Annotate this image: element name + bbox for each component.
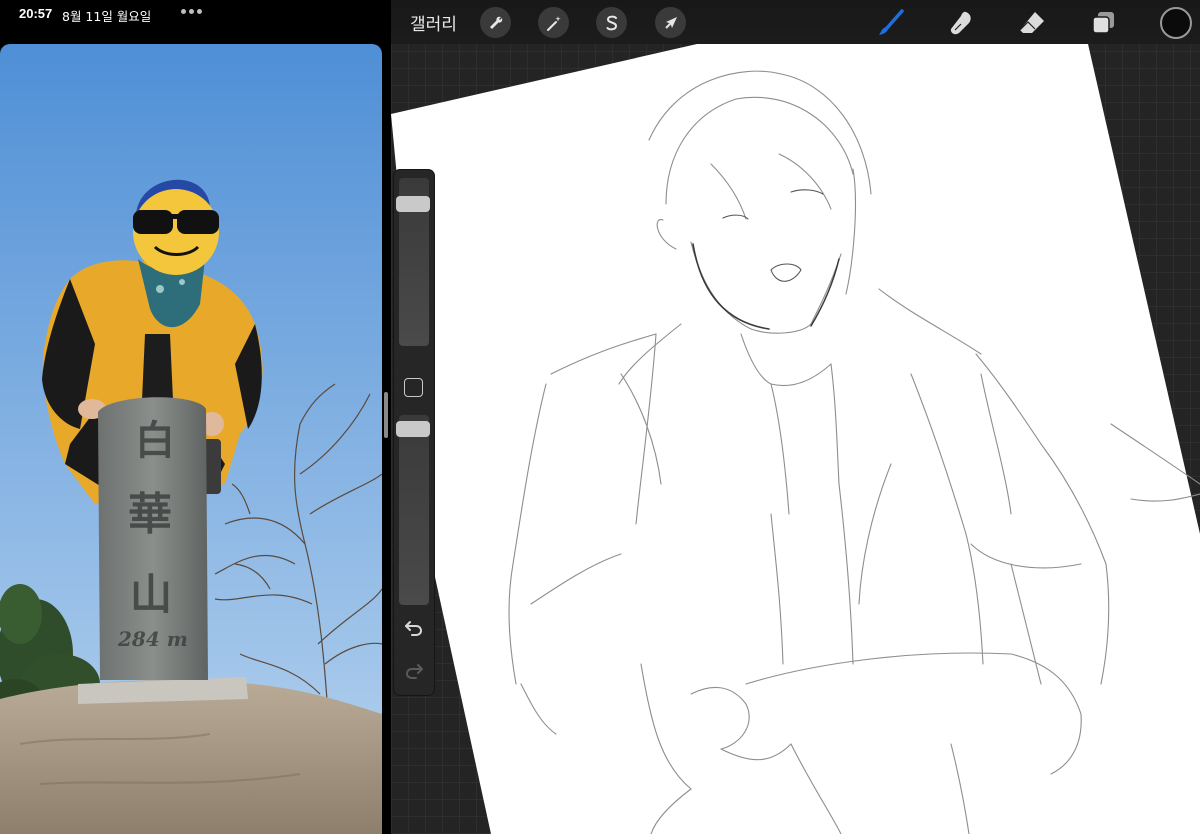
- brush-sidebar: [394, 170, 434, 695]
- smudge-finger-icon: [950, 11, 971, 35]
- modify-button[interactable]: [404, 378, 423, 397]
- gallery-button[interactable]: 갤러리: [410, 10, 457, 35]
- adjustments-button[interactable]: [538, 7, 569, 38]
- marker-char-2: 華: [128, 489, 172, 540]
- brush-button[interactable]: [874, 6, 908, 40]
- arrow-cursor-icon: [664, 16, 677, 29]
- redo-button[interactable]: [402, 660, 426, 682]
- layers-button[interactable]: [1087, 6, 1121, 40]
- selection-button[interactable]: [596, 7, 627, 38]
- color-picker-button[interactable]: [1160, 7, 1192, 39]
- actions-button[interactable]: [480, 7, 511, 38]
- canvas-paper: [391, 44, 1200, 834]
- selection-s-icon: [606, 15, 617, 30]
- split-view-divider-handle[interactable]: [384, 392, 388, 438]
- reference-photo: 白 華 山 284 m: [0, 44, 382, 834]
- drawing-canvas[interactable]: [391, 44, 1200, 834]
- layers-icon: [1092, 12, 1114, 34]
- wrench-icon: [489, 16, 502, 29]
- smudge-button[interactable]: [944, 6, 978, 40]
- eraser-icon: [1019, 12, 1044, 33]
- magic-wand-icon: [546, 15, 561, 31]
- procreate-toolbar: 갤러리: [391, 0, 1200, 44]
- opacity-slider[interactable]: [396, 415, 430, 605]
- rock: [0, 679, 382, 834]
- photo-image: 白 華 山 284 m: [0, 44, 382, 834]
- status-date: 8월 11일 월요일: [62, 9, 152, 24]
- marker-height: 284 m: [117, 627, 188, 651]
- undo-arrow-icon: [405, 621, 423, 636]
- eraser-button[interactable]: [1015, 6, 1049, 40]
- redo-arrow-icon: [405, 664, 423, 679]
- opacity-knob[interactable]: [396, 421, 430, 437]
- multitasking-menu-icon[interactable]: [178, 4, 204, 18]
- undo-button[interactable]: [402, 617, 426, 639]
- marker-char-3: 山: [130, 570, 172, 619]
- status-time: 20:57: [19, 6, 53, 21]
- brush-size-knob[interactable]: [396, 196, 430, 212]
- brush-icon: [879, 9, 904, 35]
- procreate-app: 갤러리: [391, 0, 1200, 834]
- transform-button[interactable]: [655, 7, 686, 38]
- brush-size-slider[interactable]: [396, 178, 430, 346]
- marker-char-1: 白: [135, 417, 175, 464]
